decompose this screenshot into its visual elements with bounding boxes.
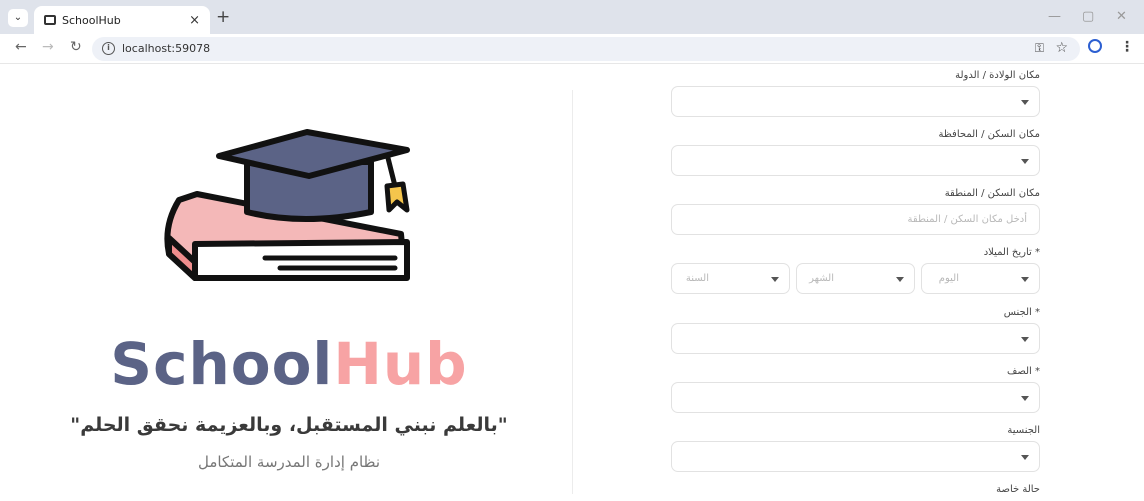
branding-panel: SchoolHub "بالعلم نبني المستقبل، وبالعزي… bbox=[0, 64, 572, 501]
brand-subtitle: نظام إدارة المدرسة المتكامل bbox=[197, 453, 381, 471]
address-bar[interactable]: i localhost:59078 ⚿ ☆ bbox=[92, 37, 1080, 61]
close-window-icon[interactable]: ✕ bbox=[1116, 9, 1127, 24]
residence-area-label: مكان السكن / المنطقة bbox=[944, 188, 1040, 199]
browser-toolbar: ← → ↻ i localhost:59078 ⚿ ☆ ⋮ bbox=[0, 34, 1144, 64]
gender-select[interactable] bbox=[671, 323, 1040, 354]
url-text: localhost:59078 bbox=[122, 42, 211, 55]
site-info-icon[interactable]: i bbox=[102, 42, 115, 55]
brand-name-school: School bbox=[110, 330, 334, 398]
birth-day-select[interactable]: اليوم bbox=[921, 263, 1040, 294]
residence-area-placeholder: أدخل مكان السكن / المنطقة bbox=[907, 214, 1027, 225]
password-key-icon[interactable]: ⚿ bbox=[1035, 41, 1044, 56]
brand-wordmark: SchoolHub bbox=[0, 332, 578, 396]
tab-search-icon[interactable]: ⌄ bbox=[8, 9, 28, 27]
birth-date-label: * تاريخ الميلاد bbox=[983, 247, 1040, 258]
chevron-down-icon bbox=[896, 277, 904, 282]
menu-kebab-icon[interactable]: ⋮ bbox=[1120, 39, 1134, 55]
nationality-label: الجنسية bbox=[1007, 425, 1040, 436]
special-status-label: حالة خاصة bbox=[996, 484, 1040, 495]
birth-year-select[interactable]: السنة bbox=[671, 263, 790, 294]
panel-divider bbox=[572, 90, 573, 494]
reload-icon[interactable]: ↻ bbox=[70, 39, 82, 55]
chevron-down-icon bbox=[1021, 337, 1029, 342]
minimize-icon[interactable]: — bbox=[1048, 9, 1061, 24]
graduation-cap-books-logo bbox=[164, 129, 410, 281]
new-tab-icon[interactable]: + bbox=[216, 7, 230, 27]
browser-tab-strip: ⌄ SchoolHub × + — ▢ ✕ bbox=[0, 0, 1144, 34]
grade-select[interactable] bbox=[671, 382, 1040, 413]
residence-province-select[interactable] bbox=[671, 145, 1040, 176]
restore-icon[interactable]: ▢ bbox=[1082, 9, 1094, 24]
profile-icon[interactable] bbox=[1088, 39, 1102, 53]
grade-label: * الصف bbox=[1006, 366, 1040, 377]
back-icon[interactable]: ← bbox=[15, 39, 27, 55]
gender-label: * الجنس bbox=[1003, 307, 1040, 318]
chevron-down-icon bbox=[1021, 396, 1029, 401]
chevron-down-icon bbox=[1021, 159, 1029, 164]
birth-month-select[interactable]: الشهر bbox=[796, 263, 915, 294]
chevron-down-icon bbox=[771, 277, 779, 282]
forward-icon[interactable]: → bbox=[42, 39, 54, 55]
birth-year-placeholder: السنة bbox=[685, 273, 709, 284]
birth-place-label: مكان الولادة / الدولة bbox=[955, 70, 1040, 81]
brand-motto: "بالعلم نبني المستقبل، وبالعزيمة نحقق ال… bbox=[70, 414, 508, 436]
student-registration-form: مكان الولادة / الدولة مكان السكن / المحا… bbox=[671, 64, 1040, 501]
birth-day-placeholder: اليوم bbox=[938, 273, 959, 284]
favicon-icon bbox=[44, 15, 56, 25]
brand-name-hub: Hub bbox=[333, 330, 468, 398]
chevron-down-icon bbox=[1021, 277, 1029, 282]
page-viewport: SchoolHub "بالعلم نبني المستقبل، وبالعزي… bbox=[0, 64, 1144, 501]
bookmark-star-icon[interactable]: ☆ bbox=[1055, 40, 1068, 56]
nationality-select[interactable] bbox=[671, 441, 1040, 472]
browser-tab[interactable]: SchoolHub × bbox=[34, 6, 210, 34]
close-tab-icon[interactable]: × bbox=[189, 13, 200, 28]
residence-province-label: مكان السكن / المحافظة bbox=[938, 129, 1040, 140]
tab-title: SchoolHub bbox=[62, 13, 121, 27]
residence-area-input[interactable]: أدخل مكان السكن / المنطقة bbox=[671, 204, 1040, 235]
birth-month-placeholder: الشهر bbox=[809, 273, 834, 284]
chevron-down-icon bbox=[1021, 100, 1029, 105]
chevron-down-icon bbox=[1021, 455, 1029, 460]
birth-place-select[interactable] bbox=[671, 86, 1040, 117]
